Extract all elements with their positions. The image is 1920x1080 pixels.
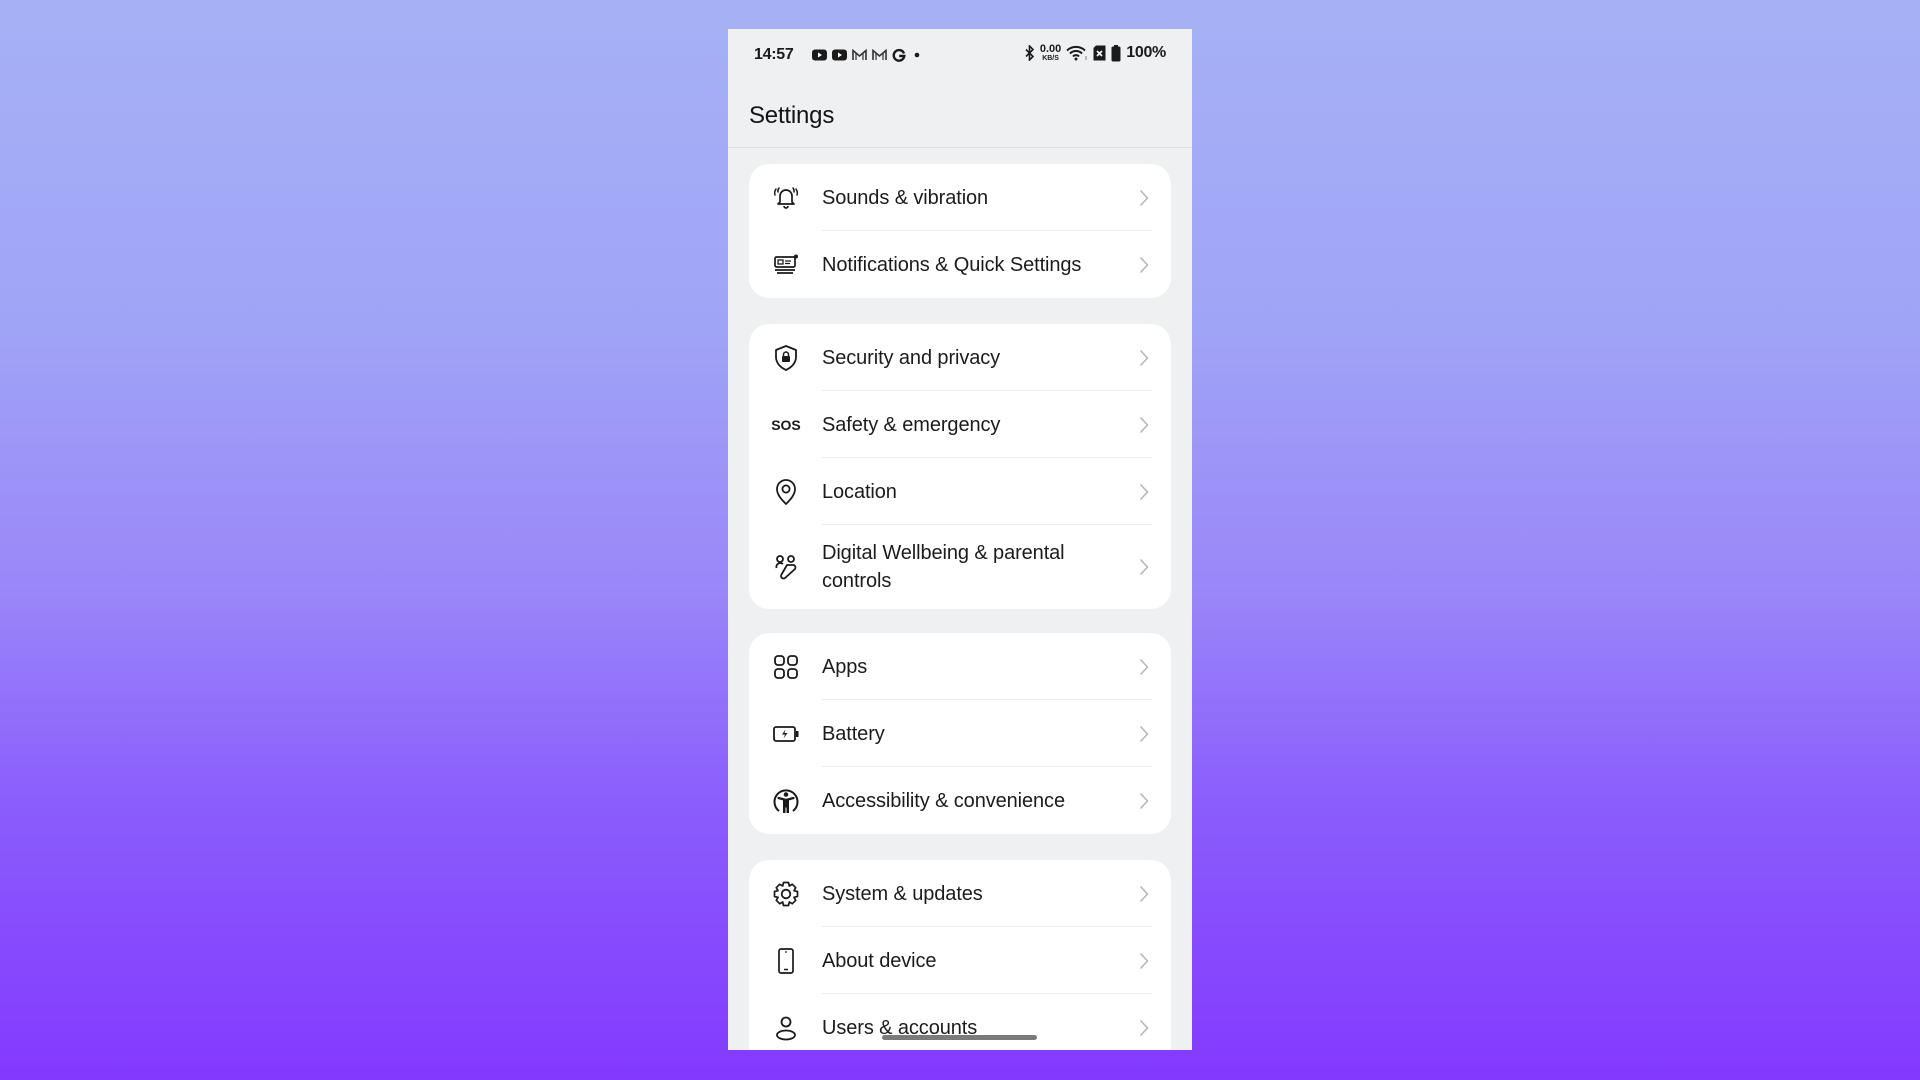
settings-item-label: Notifications & Quick Settings <box>822 253 1082 276</box>
network-speed-value: 0.00 <box>1039 43 1062 55</box>
battery-percent: 100% <box>1126 44 1166 61</box>
settings-item-users[interactable]: Users & accounts <box>749 994 1171 1050</box>
location-pin-icon <box>771 477 801 507</box>
settings-group-4: System & updates About device Users & ac… <box>749 860 1171 1050</box>
chevron-right-icon <box>1137 188 1151 208</box>
sim-none-icon <box>1093 45 1106 61</box>
status-time: 14:57 <box>754 46 794 63</box>
settings-group-2: Security and privacy SOS Safety & emerge… <box>749 324 1171 609</box>
settings-item-accessibility[interactable]: Accessibility & convenience <box>749 767 1171 834</box>
settings-item-safety[interactable]: SOS Safety & emergency <box>749 391 1171 458</box>
phone-screen: 14:57 0.00 KB/S 100% Settings Sounds & v… <box>728 29 1192 1050</box>
settings-item-label: About device <box>822 949 937 972</box>
home-indicator[interactable] <box>882 1035 1037 1040</box>
network-speed-unit: KB/S <box>1042 55 1059 62</box>
chevron-right-icon <box>1137 791 1151 811</box>
settings-item-about[interactable]: About device <box>749 927 1171 994</box>
battery-charging-icon <box>771 719 801 749</box>
wifi-icon <box>1066 45 1088 61</box>
settings-item-label: Sounds & vibration <box>822 186 989 209</box>
gmail-icon <box>852 49 867 60</box>
settings-item-system[interactable]: System & updates <box>749 860 1171 927</box>
settings-item-label: Safety & emergency <box>822 413 1001 436</box>
chevron-right-icon <box>1137 482 1151 502</box>
gmail-icon <box>872 49 887 60</box>
more-dot-icon <box>914 52 920 58</box>
settings-item-location[interactable]: Location <box>749 458 1171 525</box>
shield-lock-icon <box>771 343 801 373</box>
settings-item-label: System & updates <box>822 882 983 905</box>
gear-icon <box>771 879 801 909</box>
settings-item-label: Accessibility & convenience <box>822 789 1065 812</box>
settings-item-label: Security and privacy <box>822 346 1001 369</box>
network-speed: 0.00 KB/S <box>1039 43 1062 63</box>
chevron-right-icon <box>1137 1018 1151 1038</box>
settings-item-sounds[interactable]: Sounds & vibration <box>749 164 1171 231</box>
settings-item-label: Battery <box>822 722 885 745</box>
chevron-right-icon <box>1137 255 1151 275</box>
settings-item-battery[interactable]: Battery <box>749 700 1171 767</box>
settings-item-notifications[interactable]: Notifications & Quick Settings <box>749 231 1171 298</box>
settings-item-label: Location <box>822 480 897 503</box>
notifications-panel-icon <box>771 250 801 280</box>
google-icon <box>892 48 906 62</box>
user-icon <box>771 1013 801 1043</box>
settings-item-wellbeing[interactable]: Digital Wellbeing & parental controls <box>749 525 1171 609</box>
sos-icon: SOS <box>771 416 801 433</box>
header-divider <box>728 147 1192 148</box>
notification-icons <box>812 48 923 62</box>
status-bar: 14:57 0.00 KB/S 100% <box>728 29 1192 79</box>
chevron-right-icon <box>1137 657 1151 677</box>
page-title: Settings <box>749 102 835 129</box>
settings-item-security[interactable]: Security and privacy <box>749 324 1171 391</box>
youtube-icon <box>812 49 827 61</box>
settings-item-apps[interactable]: Apps <box>749 633 1171 700</box>
bell-ringing-icon <box>771 183 801 213</box>
youtube-icon <box>832 49 847 61</box>
accessibility-icon <box>771 786 801 816</box>
chevron-right-icon <box>1137 557 1151 577</box>
wellbeing-icon <box>771 552 801 582</box>
apps-grid-icon <box>771 652 801 682</box>
chevron-right-icon <box>1137 951 1151 971</box>
settings-group-3: Apps Battery Accessibility & convenience <box>749 633 1171 834</box>
system-icons: 0.00 KB/S 100% <box>1025 44 1166 62</box>
settings-item-label: Apps <box>822 655 868 678</box>
settings-item-label: Digital Wellbeing & parental controls <box>822 542 1065 592</box>
settings-group-1: Sounds & vibration Notifications & Quick… <box>749 164 1171 298</box>
chevron-right-icon <box>1137 884 1151 904</box>
chevron-right-icon <box>1137 415 1151 435</box>
battery-icon <box>1111 44 1121 61</box>
chevron-right-icon <box>1137 724 1151 744</box>
chevron-right-icon <box>1137 348 1151 368</box>
phone-icon <box>771 946 801 976</box>
bluetooth-icon <box>1025 45 1034 61</box>
